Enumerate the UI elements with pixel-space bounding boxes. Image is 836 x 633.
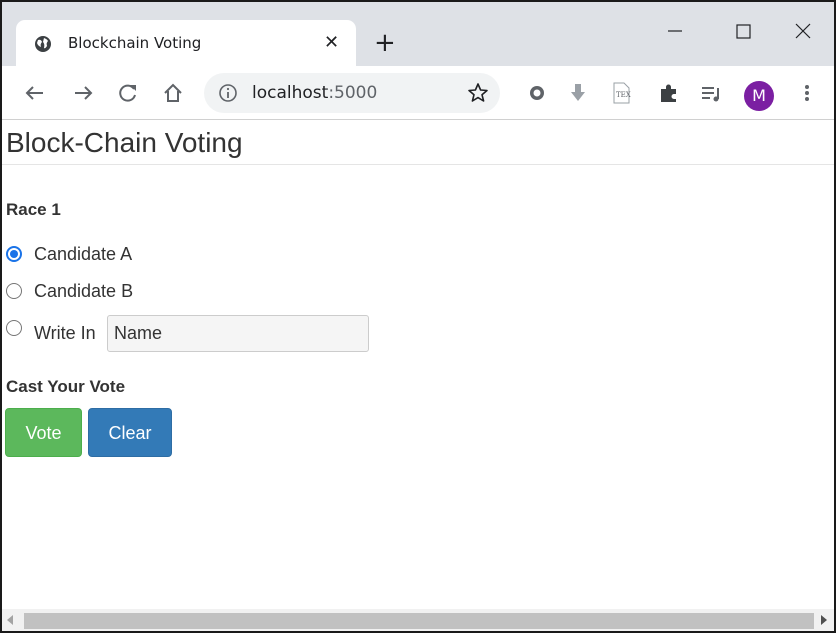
radio-candidate-a[interactable] (6, 246, 22, 262)
clear-button[interactable]: Clear (88, 408, 172, 457)
option-candidate-b[interactable]: Candidate B (6, 279, 133, 303)
url-port: :5000 (328, 83, 378, 103)
vote-button[interactable]: Vote (5, 408, 82, 457)
cast-vote-label: Cast Your Vote (6, 377, 126, 396)
browser-window: Blockchain Voting ✕ + localhost:5000 TEX… (0, 0, 836, 633)
puzzle-icon[interactable] (656, 80, 682, 106)
page-content: Block-Chain Voting Race 1 Candidate A Ca… (2, 121, 834, 609)
home-icon[interactable] (160, 80, 186, 106)
tab-blockchain-voting[interactable]: Blockchain Voting ✕ (16, 20, 356, 66)
more-menu-icon[interactable] (794, 80, 820, 106)
svg-text:TEX: TEX (616, 91, 631, 99)
option-label-candidate-b: Candidate B (34, 280, 134, 301)
tab-close-icon[interactable]: ✕ (324, 32, 339, 54)
title-divider (2, 164, 834, 165)
radio-candidate-b[interactable] (6, 283, 22, 299)
reload-icon[interactable] (115, 80, 141, 106)
window-close-icon[interactable] (788, 16, 818, 46)
url-text: localhost:5000 (252, 83, 377, 103)
option-label-write-in: Write In (34, 322, 96, 343)
record-icon[interactable] (524, 80, 550, 106)
scrollbar-thumb[interactable] (24, 613, 814, 629)
forward-arrow-icon[interactable] (70, 80, 96, 106)
download-icon[interactable] (565, 80, 591, 106)
maximize-icon[interactable] (728, 16, 758, 46)
scroll-right-arrow-icon[interactable] (821, 615, 827, 625)
race-label: Race 1 (6, 200, 61, 219)
profile-avatar[interactable]: M (744, 81, 774, 111)
tab-title: Blockchain Voting (68, 34, 202, 52)
bookmark-star-icon[interactable] (466, 81, 490, 105)
page-title: Block-Chain Voting (6, 127, 243, 158)
new-tab-button[interactable]: + (374, 30, 396, 56)
browser-toolbar: localhost:5000 TEX M (2, 66, 834, 120)
option-label-candidate-a: Candidate A (34, 243, 133, 264)
write-in-name-input[interactable]: Name (107, 315, 369, 352)
scroll-left-arrow-icon[interactable] (7, 615, 13, 625)
globe-icon (35, 36, 51, 52)
horizontal-scrollbar[interactable] (2, 609, 834, 631)
option-write-in[interactable]: Write In (6, 320, 96, 345)
reading-list-icon[interactable] (698, 80, 724, 106)
radio-write-in[interactable] (6, 320, 22, 336)
tab-strip: Blockchain Voting ✕ + (2, 2, 834, 66)
tex-icon[interactable]: TEX (608, 80, 634, 106)
minimize-icon[interactable] (660, 16, 690, 46)
back-arrow-icon[interactable] (22, 80, 48, 106)
option-candidate-a[interactable]: Candidate A (6, 242, 132, 266)
url-host: localhost (252, 83, 329, 103)
address-bar[interactable]: localhost:5000 (204, 73, 500, 113)
info-icon[interactable] (218, 83, 238, 103)
